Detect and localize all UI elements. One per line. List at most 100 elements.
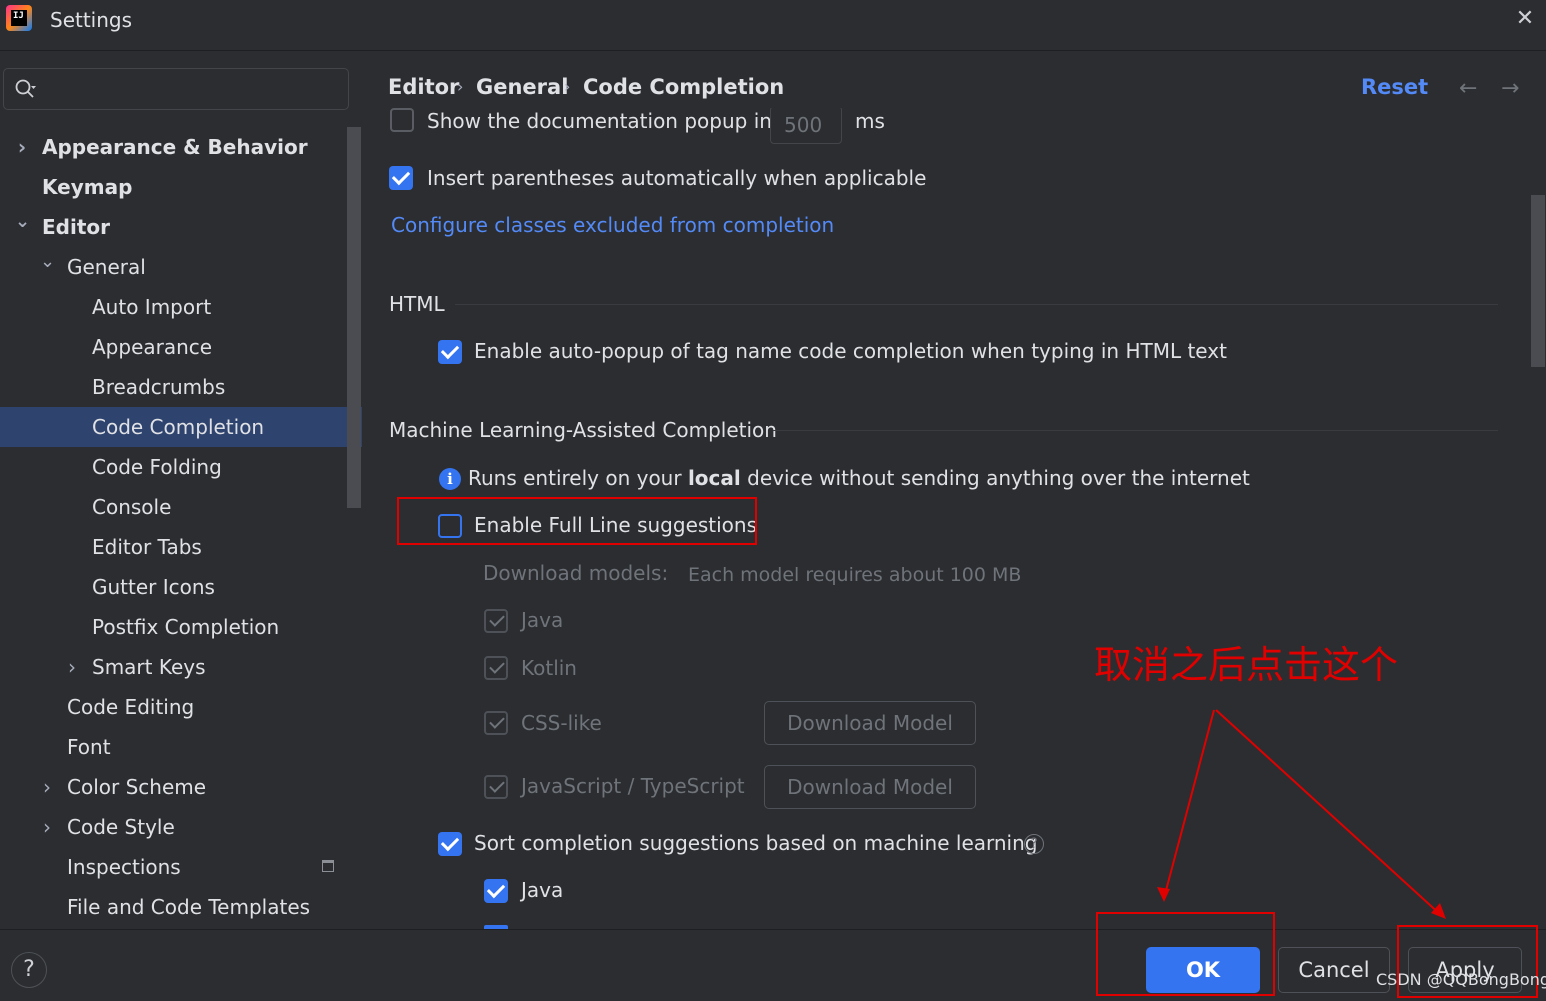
- tree-item-breadcrumbs[interactable]: Breadcrumbs: [0, 367, 346, 407]
- help-icon[interactable]: ?: [1024, 834, 1044, 854]
- tree-item-inspections[interactable]: Inspections: [0, 847, 346, 887]
- tree-item-smart-keys[interactable]: › Smart Keys: [0, 647, 346, 687]
- sort-java-label: Java: [521, 878, 564, 902]
- tree-item-label: File and Code Templates: [67, 895, 311, 919]
- intellij-app-icon: IJ: [6, 5, 32, 31]
- download-model-css-button[interactable]: Download Model: [764, 701, 976, 745]
- ml-info-text: Runs entirely on your local device witho…: [468, 466, 1250, 490]
- app-icon-text: IJ: [13, 11, 24, 21]
- sort-ml-label: Sort completion suggestions based on mac…: [474, 831, 1038, 855]
- sort-ml-checkbox[interactable]: [438, 832, 462, 856]
- model-kotlin-label: Kotlin: [521, 656, 577, 680]
- html-autopopup-checkbox[interactable]: [438, 340, 462, 364]
- tree-item-color-scheme[interactable]: › Color Scheme: [0, 767, 346, 807]
- close-icon[interactable]: ✕: [1512, 6, 1538, 32]
- tree-item-editor-tabs[interactable]: Editor Tabs: [0, 527, 346, 567]
- tree-item-console[interactable]: Console: [0, 487, 346, 527]
- tree-item-label: Color Scheme: [67, 775, 207, 799]
- section-divider: [773, 430, 1498, 431]
- tree-item-label: Code Editing: [67, 695, 195, 719]
- tree-item-label: Editor: [42, 215, 110, 239]
- content-scrollbar[interactable]: [1531, 195, 1545, 367]
- tree-item-label: Appearance: [92, 335, 213, 359]
- model-kotlin-checkbox[interactable]: [484, 656, 508, 680]
- info-icon: i: [439, 468, 461, 490]
- ml-section-title: Machine Learning-Assisted Completion: [389, 418, 777, 442]
- chevron-right-icon[interactable]: ›: [40, 767, 54, 807]
- tree-item-editor[interactable]: ⌄ Editor: [0, 207, 346, 247]
- tree-item-code-completion[interactable]: Code Completion: [0, 407, 362, 447]
- model-js-checkbox[interactable]: [484, 775, 508, 799]
- chevron-right-icon[interactable]: ›: [40, 807, 54, 847]
- project-scope-icon: [322, 860, 334, 872]
- tree-item-auto-import[interactable]: Auto Import: [0, 287, 346, 327]
- watermark-text: CSDN @QQBongBong: [1376, 970, 1546, 989]
- tree-item-file-and-code-templates[interactable]: File and Code Templates: [0, 887, 346, 927]
- tree-item-label: Inspections: [67, 855, 181, 879]
- reset-link[interactable]: Reset: [1361, 72, 1428, 102]
- tree-item-label: Breadcrumbs: [92, 375, 226, 399]
- settings-search-input[interactable]: [3, 68, 349, 110]
- breadcrumb-code-completion: Code Completion: [583, 75, 785, 99]
- tree-item-font[interactable]: Font: [0, 727, 346, 767]
- breadcrumb-general[interactable]: General: [476, 72, 568, 102]
- doc-popup-label: Show the documentation popup in: [427, 109, 772, 133]
- tree-item-label: Postfix Completion: [92, 615, 280, 639]
- model-css-label: CSS-like: [521, 711, 602, 735]
- model-js-label: JavaScript / TypeScript: [521, 774, 745, 798]
- breadcrumb-editor[interactable]: Editor: [388, 72, 459, 102]
- tree-item-label: Gutter Icons: [92, 575, 215, 599]
- tree-item-label: Smart Keys: [92, 655, 206, 679]
- forward-arrow-icon[interactable]: →: [1501, 74, 1519, 104]
- doc-popup-unit: ms: [855, 109, 885, 133]
- doc-popup-delay-input[interactable]: 500: [770, 108, 842, 144]
- download-models-label: Download models:: [483, 561, 669, 585]
- tree-item-appearance-behavior[interactable]: › Appearance & Behavior: [0, 127, 346, 167]
- chevron-down-icon[interactable]: ⌄: [15, 207, 30, 247]
- tree-item-appearance[interactable]: Appearance: [0, 327, 346, 367]
- breadcrumb-separator-icon: ›: [564, 77, 571, 96]
- model-java-checkbox[interactable]: [484, 609, 508, 633]
- breadcrumb-separator-icon: ›: [457, 77, 464, 96]
- download-model-js-button[interactable]: Download Model: [764, 765, 976, 809]
- annotation-box-full-line: [397, 497, 757, 545]
- tree-item-postfix-completion[interactable]: Postfix Completion: [0, 607, 346, 647]
- tree-item-general[interactable]: ⌄ General: [0, 247, 346, 287]
- search-icon: [15, 79, 36, 98]
- chevron-down-icon[interactable]: ⌄: [40, 247, 55, 287]
- tree-item-label: Editor Tabs: [92, 535, 202, 559]
- insert-parentheses-label: Insert parentheses automatically when ap…: [427, 166, 927, 190]
- back-arrow-icon[interactable]: ←: [1459, 74, 1477, 104]
- help-button[interactable]: ?: [11, 952, 47, 988]
- tree-item-label: Auto Import: [92, 295, 212, 319]
- cancel-button[interactable]: Cancel: [1278, 947, 1390, 993]
- html-section-title: HTML: [389, 292, 445, 316]
- model-css-checkbox[interactable]: [484, 711, 508, 735]
- window-title: Settings: [50, 8, 133, 32]
- sort-java-checkbox[interactable]: [484, 879, 508, 903]
- section-divider: [455, 304, 1498, 305]
- tree-scrollbar[interactable]: [347, 127, 361, 508]
- annotation-box-ok: [1096, 912, 1275, 996]
- tree-item-label: Code Style: [67, 815, 175, 839]
- insert-parentheses-checkbox[interactable]: [389, 166, 413, 190]
- doc-popup-checkbox[interactable]: [390, 108, 414, 132]
- html-autopopup-label: Enable auto-popup of tag name code compl…: [474, 339, 1227, 363]
- model-java-label: Java: [521, 608, 564, 632]
- tree-item-gutter-icons[interactable]: Gutter Icons: [0, 567, 346, 607]
- tree-item-code-style[interactable]: › Code Style: [0, 807, 346, 847]
- tree-item-label: Code Folding: [92, 455, 222, 479]
- tree-item-code-editing[interactable]: Code Editing: [0, 687, 346, 727]
- chevron-right-icon[interactable]: ›: [65, 647, 79, 687]
- tree-item-label: Appearance & Behavior: [42, 135, 308, 159]
- tree-item-label: Font: [67, 735, 111, 759]
- chevron-right-icon[interactable]: ›: [15, 127, 29, 167]
- tree-item-code-folding[interactable]: Code Folding: [0, 447, 346, 487]
- annotation-text: 取消之后点击这个: [1094, 643, 1399, 687]
- tree-item-keymap[interactable]: Keymap: [0, 167, 346, 207]
- title-bar: [0, 0, 1546, 51]
- configure-excluded-classes-link[interactable]: Configure classes excluded from completi…: [391, 210, 834, 240]
- download-models-note: Each model requires about 100 MB: [688, 564, 1022, 586]
- tree-item-label: General: [67, 255, 146, 279]
- tree-item-label: Code Completion: [92, 415, 265, 439]
